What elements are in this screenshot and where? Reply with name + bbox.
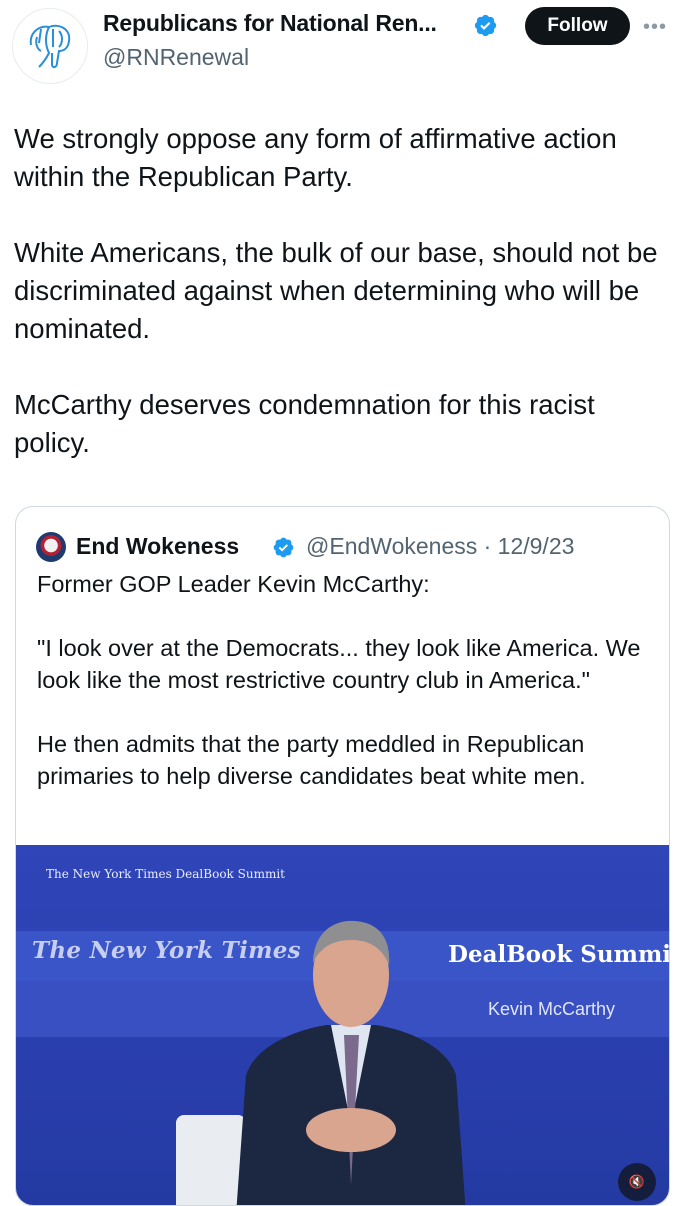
more-options-icon[interactable]: ••• xyxy=(643,16,667,39)
author-handle[interactable]: @RNRenewal xyxy=(103,44,249,71)
quoted-tweet-header: End Wokeness @EndWokeness · 12/9/23 xyxy=(36,529,656,562)
quoted-verified-badge-icon xyxy=(273,537,294,558)
quoted-author-display-name[interactable]: End Wokeness xyxy=(76,533,239,560)
author-avatar[interactable] xyxy=(12,8,88,84)
tweet-header: Republicans for National Ren... @RNRenew… xyxy=(0,0,685,90)
tweet-body: We strongly oppose any form of affirmati… xyxy=(14,123,658,458)
speaker-figure xyxy=(236,920,466,1205)
speaker-name-lower-third: Kevin McCarthy xyxy=(488,999,616,1019)
quoted-author-avatar[interactable] xyxy=(36,532,66,562)
mute-toggle-button[interactable]: 🔇 xyxy=(618,1163,656,1201)
quoted-handle-and-date: @EndWokeness · 12/9/23 xyxy=(306,533,575,559)
quoted-tweet[interactable]: End Wokeness @EndWokeness · 12/9/23 Form… xyxy=(15,506,670,1206)
author-display-name[interactable]: Republicans for National Ren... xyxy=(103,10,437,37)
quoted-video[interactable]: The New York Times DealBook Summit The N… xyxy=(16,845,669,1205)
video-caption-small: The New York Times DealBook Summit xyxy=(46,867,285,881)
quoted-tweet-body: Former GOP Leader Kevin McCarthy: "I loo… xyxy=(37,571,641,789)
follow-button[interactable]: Follow xyxy=(525,7,630,45)
elephant-logo-icon xyxy=(29,24,71,69)
verified-badge-icon xyxy=(474,14,497,37)
